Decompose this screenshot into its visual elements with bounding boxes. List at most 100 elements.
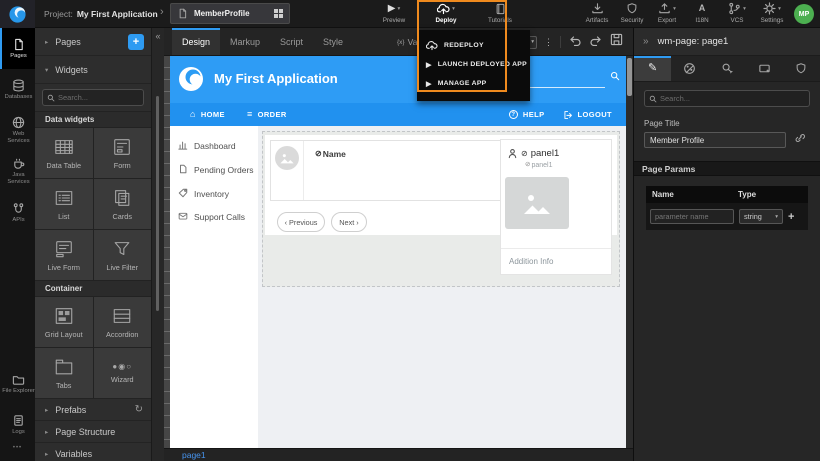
image-placeholder[interactable] [505,177,569,229]
widget-cards[interactable]: Cards [94,179,152,229]
tab-style[interactable]: Style [313,28,353,55]
studio-logo[interactable] [0,0,35,28]
properties-search-input[interactable] [660,94,805,103]
tab-script[interactable]: Script [270,28,313,55]
widget-tabs[interactable]: Tabs [35,348,93,398]
pages-panel-header[interactable]: ▸ Pages + [35,28,151,56]
menu-item-launch-deployed-app[interactable]: ▶ LAUNCH DEPLOYED APP [417,55,530,74]
more-rail-options-button[interactable]: ••• [0,445,35,461]
api-icon [12,202,25,215]
tab-design[interactable]: Design [172,28,220,55]
column-name: Name [646,190,738,199]
save-button[interactable] [610,33,623,51]
avatar-placeholder[interactable] [275,146,299,170]
add-param-button[interactable]: + [788,211,794,223]
nav-home[interactable]: ⌂HOME [190,110,225,119]
name-label[interactable]: ⊘ Name [315,149,346,159]
widget-form[interactable]: Form [94,128,152,178]
page-structure-panel-header[interactable]: ▸ Page Structure [35,420,151,442]
app-title[interactable]: My First Application [214,71,338,86]
nav-order[interactable]: ≡ORDER [247,110,287,119]
next-button[interactable]: Next › [331,212,367,232]
widgets-panel-header[interactable]: ▾ Widgets [35,56,151,84]
inspect-icon [721,62,734,75]
rail-item-databases[interactable]: Databases [0,69,35,110]
undo-button[interactable] [568,33,582,51]
widget-search-input[interactable] [58,93,139,102]
rail-item-apis[interactable]: APIs [0,192,35,233]
security-button[interactable]: Security [619,2,645,24]
rail-item-file-explorer[interactable]: File Explorer [0,363,35,404]
chevron-down-icon: ▾ [778,6,781,12]
properties-search [644,90,810,107]
refresh-icon[interactable]: ↻ [135,404,143,415]
add-page-button[interactable]: + [128,34,144,50]
menu-item-manage-app[interactable]: ▶ MANAGE APP [417,74,530,93]
bind-link-icon[interactable] [794,131,806,149]
grid-icon[interactable] [274,9,283,18]
widget-wizard[interactable]: ●◉○ Wizard [94,348,152,398]
scrollbar-thumb[interactable] [627,58,632,96]
canvas-scrollbar[interactable] [626,56,633,448]
nav-help[interactable]: ?HELP [509,110,545,120]
upload-icon [658,2,671,15]
chevron-down-icon: ▾ [531,39,534,45]
widget-live-filter[interactable]: Live Filter [94,230,152,280]
widget-live-form[interactable]: Live Form [35,230,93,280]
globe-icon [12,116,25,129]
tab-markup[interactable]: Markup [220,28,270,55]
preview-button[interactable]: ▶▾ Preview [372,2,416,24]
nav-logout[interactable]: LOGOUT [563,110,612,120]
tab-properties[interactable]: ✎ [634,56,671,81]
settings-button[interactable]: ▾ Settings [759,2,785,24]
app-search-icon[interactable] [610,71,620,81]
app-header[interactable]: My First Application [170,56,626,103]
page-tab-bottom[interactable]: page1 [182,450,206,460]
collapse-panel-button[interactable]: « [152,28,164,44]
tutorials-button[interactable]: Tutorials [478,2,522,24]
addition-info-label[interactable]: Addition Info [501,248,611,274]
deploy-button[interactable]: ▾ Deploy [424,2,468,24]
tab-device[interactable] [746,56,783,81]
pencil-icon: ✎ [648,63,657,74]
panel1-subtitle[interactable]: ⊘ panel1 [525,162,611,169]
param-name-input[interactable] [650,209,734,224]
tab-security[interactable] [783,56,820,81]
tab-inspect[interactable] [708,56,745,81]
panel-scrollbar[interactable] [156,96,159,311]
design-canvas: My First Application ⌂HOME ≡ORDER ?HELP … [164,56,633,448]
variables-button[interactable]: {x} Va [397,28,417,56]
rail-item-web-services[interactable]: Web Services [0,110,35,151]
redo-button[interactable] [589,33,603,51]
rail-item-logs[interactable]: Logs [0,404,35,445]
widget-data-table[interactable]: Data Table [35,128,93,178]
menu-item-redeploy[interactable]: REDEPLOY [417,36,530,55]
more-options-button[interactable]: ⋮ [544,37,553,48]
param-type-select[interactable]: string ▾ [739,209,783,224]
expand-panel-button[interactable]: » [643,36,649,47]
rail-item-java-services[interactable]: Java Services [0,151,35,192]
export-button[interactable]: ▾ Export [654,2,680,24]
variables-panel-header[interactable]: ▸ Variables [35,442,151,461]
panel1-widget[interactable]: ⊘ panel1 ⊘ panel1 Addition Info [500,139,612,275]
user-avatar[interactable]: MP [794,4,814,24]
widget-list[interactable]: List [35,179,93,229]
widget-accordion[interactable]: Accordion [94,297,152,347]
app-nav-dashboard[interactable]: Dashboard [170,140,258,153]
artifacts-button[interactable]: Artifacts [584,2,610,24]
previous-button[interactable]: ‹ Previous [277,212,325,232]
panel1-header[interactable]: ⊘ panel1 [507,148,611,159]
page-tab-memberprofile[interactable]: MemberProfile [170,3,290,24]
app-nav-inventory[interactable]: Inventory [170,188,258,201]
widget-grid-layout[interactable]: Grid Layout [35,297,93,347]
page-content-container[interactable]: ⊘ Name ‹ Previous Next › ⊘ panel1 [262,131,620,287]
vcs-button[interactable]: ▾ VCS [724,2,750,24]
tab-styles[interactable] [671,56,708,81]
page-title-input[interactable] [644,132,786,148]
rail-item-pages[interactable]: Pages [0,28,35,69]
app-nav-support-calls[interactable]: Support Calls [170,211,258,224]
search-icon [649,95,657,103]
app-nav-pending-orders[interactable]: Pending Orders [170,164,258,177]
i18n-button[interactable]: A I18N [689,2,715,24]
prefabs-panel-header[interactable]: ▸ Prefabs ↻ [35,398,151,420]
